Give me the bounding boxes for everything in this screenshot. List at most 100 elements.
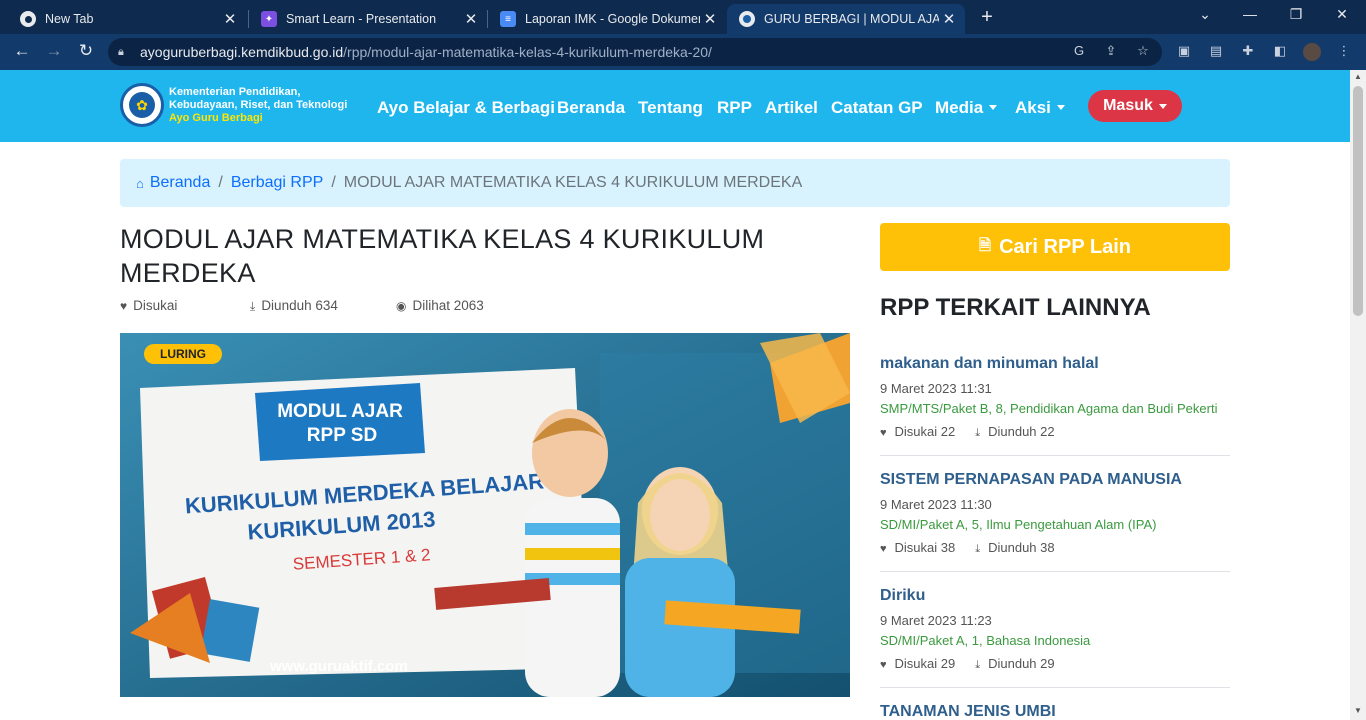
like-count: Disukai 38: [894, 540, 956, 555]
close-icon[interactable]: ✕: [461, 10, 481, 28]
cover-illustration: MODUL AJAR RPP SD KURIKULUM MERDEKA BELA…: [120, 333, 850, 697]
caret-down-icon: [989, 105, 998, 110]
status-badge: LURING: [144, 344, 222, 364]
heart-icon: ♥: [120, 299, 128, 313]
tab-title: Smart Learn - Presentation: [286, 12, 437, 26]
scroll-up-arrow-icon[interactable]: ▲: [1353, 72, 1363, 82]
search-rpp-button[interactable]: 🗎︎ Cari RPP Lain: [880, 223, 1230, 271]
extension-icon[interactable]: ▤: [1207, 43, 1225, 61]
nav-rpp[interactable]: RPP: [717, 98, 752, 118]
like-stat[interactable]: ♥ Disukai: [120, 298, 177, 313]
canva-icon: ✦: [261, 11, 277, 27]
puzzle-extensions-icon[interactable]: ✚: [1239, 43, 1257, 61]
reload-icon[interactable]: ↻: [75, 41, 97, 61]
divider: [880, 687, 1230, 688]
tab-search-chevron-icon[interactable]: ⌄: [1195, 6, 1215, 23]
search-file-icon: 🗎︎: [979, 236, 992, 254]
scroll-down-arrow-icon[interactable]: ▼: [1353, 706, 1363, 716]
breadcrumb: ⌂ Beranda / Berbagi RPP / MODUL AJAR MAT…: [120, 159, 1230, 207]
like-label: Disukai: [133, 298, 178, 313]
brand-name: Ayo Guru Berbagi: [169, 112, 263, 124]
close-icon[interactable]: ✕: [700, 10, 720, 28]
cover-text: MODUL AJAR: [277, 401, 403, 422]
module-cover-image: MODUL AJAR RPP SD KURIKULUM MERDEKA BELA…: [120, 333, 850, 697]
nav-tentang[interactable]: Tentang: [638, 98, 703, 118]
related-item-date: 9 Maret 2023 11:23: [880, 613, 992, 628]
divider: [880, 571, 1230, 572]
org-name[interactable]: Kementerian Pendidikan, Kebudayaan, Rise…: [169, 86, 347, 125]
restore-icon[interactable]: ❐: [1286, 6, 1306, 23]
scrollbar-thumb[interactable]: [1353, 86, 1363, 316]
kemdikbud-icon: [739, 11, 755, 27]
tab-title: Laporan IMK - Google Dokumen: [525, 12, 700, 26]
tab-title: New Tab: [45, 12, 94, 26]
breadcrumb-separator: /: [218, 174, 223, 191]
search-rpp-label: Cari RPP Lain: [999, 235, 1131, 258]
close-icon[interactable]: ✕: [939, 10, 959, 28]
nav-label: Media: [935, 98, 984, 117]
side-panel-icon[interactable]: ◧: [1271, 43, 1289, 61]
related-item-date: 9 Maret 2023 11:31: [880, 381, 992, 396]
caret-down-icon: [1158, 103, 1167, 109]
related-item: SISTEM PERNAPASAN PADA MANUSIA 9 Maret 2…: [880, 471, 1230, 556]
nav-aksi-dropdown[interactable]: Aksi: [1015, 98, 1065, 118]
nav-catatan-gp[interactable]: Catatan GP: [831, 98, 923, 118]
nav-beranda[interactable]: Beranda: [557, 98, 625, 118]
heart-icon: ♥: [880, 427, 887, 439]
download-icon: ⤓: [975, 659, 981, 671]
bookmark-star-icon[interactable]: ☆: [1134, 43, 1152, 61]
related-item-stats: ♥ Disukai 22 ⤓ Diunduh 22: [880, 424, 1230, 440]
menu-kebab-icon[interactable]: ⋮: [1335, 43, 1353, 61]
nav-media-dropdown[interactable]: Media: [935, 98, 998, 118]
download-count: Diunduh 634: [261, 298, 338, 313]
related-item-title[interactable]: Diriku: [880, 587, 1230, 605]
tab-title: GURU BERBAGI | MODUL AJAR M: [764, 12, 939, 26]
eye-icon: ◉: [396, 299, 407, 313]
tab-smart-learn[interactable]: ✦ Smart Learn - Presentation ✕: [249, 4, 487, 34]
close-icon[interactable]: ✕: [220, 10, 240, 28]
related-item-category: SD/MI/Paket A, 5, Ilmu Pengetahuan Alam …: [880, 517, 1157, 532]
page-title: MODUL AJAR MATEMATIKA KELAS 4 KURIKULUM …: [120, 224, 765, 288]
related-heading: RPP TERKAIT LAINNYA: [880, 294, 1151, 321]
new-tab-plus-icon[interactable]: +: [976, 6, 998, 29]
translate-extension-icon[interactable]: ▣: [1175, 43, 1193, 61]
org-line: Kementerian Pendidikan,: [169, 86, 301, 98]
back-arrow-icon[interactable]: ←: [11, 41, 33, 61]
close-window-icon[interactable]: ✕: [1332, 6, 1352, 23]
home-icon[interactable]: ⌂: [136, 176, 144, 191]
breadcrumb-current: MODUL AJAR MATEMATIKA KELAS 4 KURIKULUM …: [343, 174, 803, 191]
like-count: Disukai 29: [894, 656, 956, 671]
login-button[interactable]: Masuk: [1088, 90, 1182, 122]
tut-wuri-logo[interactable]: ✿: [120, 83, 164, 127]
profile-avatar[interactable]: [1303, 43, 1321, 61]
org-line: Kebudayaan, Riset, dan Teknologi: [169, 99, 348, 111]
lock-icon[interactable]: 🔒︎: [118, 46, 132, 59]
forward-arrow-icon[interactable]: →: [43, 41, 65, 61]
tab-guru-berbagi[interactable]: GURU BERBAGI | MODUL AJAR M ✕: [727, 4, 965, 34]
site-header: ✿ Kementerian Pendidikan, Kebudayaan, Ri…: [0, 70, 1350, 142]
heart-icon: ♥: [880, 543, 887, 555]
related-item-stats: ♥ Disukai 38 ⤓ Diunduh 38: [880, 540, 1230, 556]
download-icon: ⤓: [975, 427, 981, 439]
nav-ayo-belajar[interactable]: Ayo Belajar & Berbagi: [377, 98, 555, 118]
browser-tab-strip: New Tab ✕ ✦ Smart Learn - Presentation ✕…: [0, 0, 1366, 34]
related-item-title[interactable]: makanan dan minuman halal: [880, 355, 1230, 373]
breadcrumb-home[interactable]: Beranda: [150, 174, 211, 192]
related-item: TANAMAN JENIS UMBI: [880, 703, 1230, 720]
nav-artikel[interactable]: Artikel: [765, 98, 818, 118]
download-icon: ⤓: [975, 543, 981, 555]
share-icon[interactable]: ⇪: [1102, 43, 1120, 61]
google-lens-icon[interactable]: G: [1070, 43, 1088, 61]
related-item-title[interactable]: SISTEM PERNAPASAN PADA MANUSIA: [880, 471, 1230, 489]
tab-laporan-imk[interactable]: ≡ Laporan IMK - Google Dokumen ✕: [488, 4, 726, 34]
divider: [880, 455, 1230, 456]
tab-new-tab[interactable]: New Tab ✕: [8, 4, 246, 34]
minimize-icon[interactable]: —: [1240, 6, 1260, 22]
download-stat: ⤓ Diunduh 634: [250, 298, 338, 314]
related-item-title[interactable]: TANAMAN JENIS UMBI: [880, 703, 1230, 720]
download-icon: ⤓: [250, 299, 256, 313]
breadcrumb-section[interactable]: Berbagi RPP: [231, 174, 324, 192]
download-count: Diunduh 29: [988, 656, 1055, 671]
address-bar[interactable]: 🔒︎ ayoguruberbagi.kemdikbud.go.id/rpp/mo…: [108, 38, 1162, 66]
download-count: Diunduh 22: [988, 424, 1055, 439]
